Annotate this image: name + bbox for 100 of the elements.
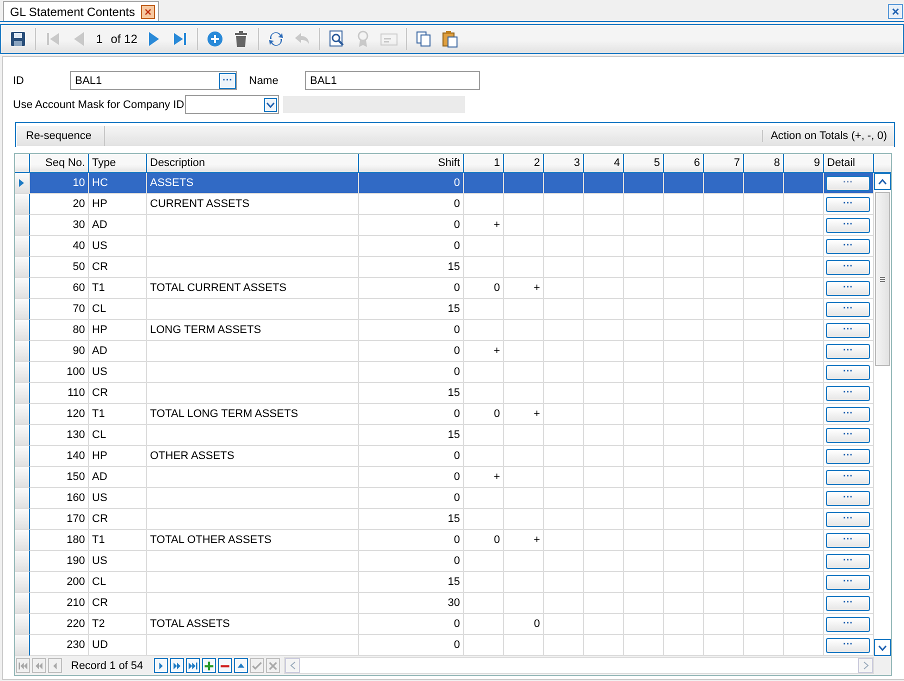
column-header[interactable]: 3 [544,154,584,173]
row-header[interactable] [15,614,30,635]
table-cell [744,194,784,215]
column-header[interactable]: 4 [584,154,624,173]
next-button[interactable] [154,658,168,673]
row-header[interactable] [15,404,30,425]
row-header[interactable] [15,194,30,215]
detail-button[interactable]: ··· [826,428,870,442]
table-cell [624,614,664,635]
detail-button[interactable]: ··· [826,386,870,400]
detail-button[interactable]: ··· [826,322,870,338]
table-cell [544,215,584,236]
column-header[interactable]: Detail [824,154,874,173]
detail-button[interactable]: ··· [826,470,870,484]
horizontal-scrollbar[interactable] [284,657,874,674]
table-cell [664,362,704,383]
detail-button[interactable]: ··· [826,176,870,190]
detail-button[interactable]: ··· [826,364,870,380]
close-tab-button[interactable]: × [140,4,155,18]
table-cell [464,572,504,593]
detail-button[interactable]: ··· [826,532,870,548]
detail-button[interactable]: ··· [826,280,870,296]
row-header[interactable] [15,257,30,278]
fast-forward-button[interactable] [170,658,184,673]
table-cell [704,593,744,614]
row-header[interactable] [15,530,30,551]
column-header[interactable]: Type [89,154,147,173]
table-cell: CL [89,572,147,593]
row-header[interactable] [15,278,30,299]
table-cell [504,194,544,215]
detail-button[interactable]: ··· [826,344,870,358]
vertical-scrollbar[interactable] [874,173,891,656]
detail-button[interactable]: ··· [826,596,870,610]
column-header[interactable]: Shift [359,154,464,173]
detail-button[interactable]: ··· [826,238,870,254]
document-tab[interactable]: GL Statement Contents × [3,1,159,21]
up-button[interactable] [234,658,248,673]
column-header[interactable]: 8 [744,154,784,173]
detail-button[interactable]: ··· [826,218,870,232]
record-count: of 12 [110,32,138,46]
resequence-button[interactable]: Re-sequence [17,126,106,146]
table-cell [664,467,704,488]
detail-button[interactable]: ··· [826,512,870,526]
column-header[interactable]: 5 [624,154,664,173]
record-counter: Record 1 of 54 [70,660,144,672]
row-header[interactable] [15,425,30,446]
detail-button[interactable]: ··· [826,490,870,506]
row-header[interactable] [15,341,30,362]
table-cell [584,488,624,509]
table-cell: + [464,467,504,488]
table-cell [624,173,664,194]
minus-button[interactable] [218,658,232,673]
table-cell [664,341,704,362]
row-header[interactable] [15,467,30,488]
column-header[interactable]: 6 [664,154,704,173]
column-header[interactable]: 7 [704,154,744,173]
detail-button[interactable]: ··· [826,616,870,632]
table-cell [504,446,544,467]
detail-button[interactable]: ··· [826,448,870,464]
detail-button[interactable]: ··· [826,574,870,590]
row-header[interactable] [15,320,30,341]
column-header[interactable]: Seq No. [30,154,89,173]
id-field[interactable]: BAL1 ··· [70,71,237,90]
table-cell [584,593,624,614]
row-header[interactable] [15,488,30,509]
close-button[interactable]: × [888,4,903,19]
row-header[interactable] [15,572,30,593]
table-cell: 0 [464,530,504,551]
row-header[interactable] [15,362,30,383]
column-header[interactable]: 1 [464,154,504,173]
column-header[interactable]: 9 [784,154,824,173]
row-header[interactable] [15,299,30,320]
table-cell: + [504,530,544,551]
detail-button[interactable]: ··· [826,302,870,316]
table-cell [704,173,744,194]
column-header[interactable]: Description [147,154,359,173]
last-button[interactable] [186,658,200,673]
row-header[interactable] [15,383,30,404]
row-header[interactable] [15,509,30,530]
name-field[interactable]: BAL1 [305,71,480,90]
table-cell [664,173,704,194]
company-dropdown[interactable] [185,95,279,114]
table-cell [704,530,744,551]
detail-button[interactable]: ··· [826,406,870,422]
lookup-button[interactable]: ··· [219,72,236,88]
row-header[interactable] [15,446,30,467]
row-header[interactable] [15,236,30,257]
detail-button[interactable]: ··· [826,196,870,212]
row-header[interactable] [15,593,30,614]
detail-button[interactable]: ··· [826,638,870,652]
detail-button[interactable]: ··· [826,554,870,568]
row-header[interactable] [15,551,30,572]
table-cell [624,341,664,362]
row-header[interactable] [15,635,30,656]
table-cell [704,572,744,593]
row-header[interactable] [15,215,30,236]
plus-button[interactable] [202,658,216,673]
table-cell [584,257,624,278]
column-header[interactable]: 2 [504,154,544,173]
detail-button[interactable]: ··· [826,260,870,274]
